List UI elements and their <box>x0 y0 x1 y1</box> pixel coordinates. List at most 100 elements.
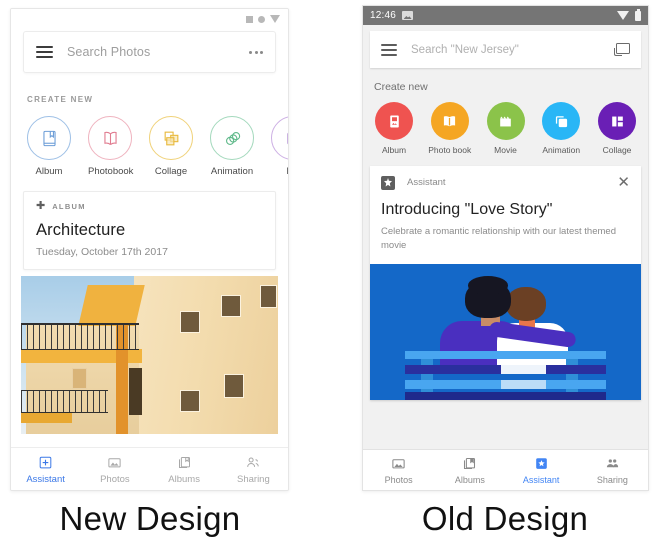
search-bar[interactable]: Search "New Jersey" <box>370 31 641 68</box>
assistant-card-title: Introducing "Love Story" <box>381 201 553 218</box>
create-photo-book-button[interactable]: Photo book <box>427 102 473 155</box>
create-new-label: Collage <box>602 145 632 155</box>
create-photobook-button[interactable]: Photobook <box>88 116 134 177</box>
doorway-shape <box>128 367 142 416</box>
square-icon <box>246 15 253 23</box>
create-animation-button[interactable]: Animation <box>538 102 584 155</box>
create-new-heading: CREATE NEW <box>27 95 94 104</box>
plus-icon: ✚ <box>36 200 46 212</box>
collage-icon <box>598 102 636 140</box>
window-shape <box>180 389 201 413</box>
create-movie-button[interactable]: Movie <box>483 102 529 155</box>
album-card-kicker: ALBUM <box>52 202 86 211</box>
nav-item-assistant[interactable]: Assistant <box>506 456 577 485</box>
create-animation-button[interactable]: Animation <box>210 116 254 177</box>
nav-item-photos[interactable]: Photos <box>363 456 434 485</box>
photos-icon <box>363 456 434 472</box>
assistant-card-illustration[interactable] <box>370 263 641 400</box>
open-book-icon <box>88 116 132 160</box>
caption-old-design: Old Design <box>421 500 589 537</box>
album-book-icon <box>27 116 71 160</box>
albums-icon <box>434 456 505 472</box>
assistant-card[interactable]: Assistant ✕ Introducing "Love Story" Cel… <box>370 166 641 400</box>
animation-icon <box>542 102 581 140</box>
nav-item-sharing[interactable]: Sharing <box>577 456 648 485</box>
bottom-navigation: Photos Albums Assistant Sharing <box>363 449 648 490</box>
assistant-card-subtitle: Celebrate a romantic relationship with o… <box>381 226 616 251</box>
collage-icon <box>149 116 193 160</box>
photo-notification-icon <box>402 11 414 20</box>
nav-item-albums[interactable]: Albums <box>434 456 505 485</box>
create-new-label: Collage <box>154 166 188 177</box>
window-shape <box>180 310 201 334</box>
create-collage-button[interactable]: Collage <box>594 102 640 155</box>
window-shape <box>224 373 244 399</box>
create-album-button[interactable]: Album <box>371 102 417 155</box>
create-new-label: Movie <box>494 145 517 155</box>
hamburger-menu-icon[interactable] <box>36 46 53 58</box>
bottom-navigation: Assistant Photos Albums Sharing <box>11 447 288 490</box>
album-card[interactable]: ✚ ALBUM Architecture Tuesday, October 17… <box>23 191 276 270</box>
search-input[interactable]: Search "New Jersey" <box>411 44 614 56</box>
nav-label: Albums <box>168 473 200 485</box>
create-new-row: Album Photobook Collage Animation <box>11 116 288 177</box>
nav-item-sharing[interactable]: Sharing <box>219 454 288 485</box>
more-options-icon[interactable] <box>249 50 263 54</box>
bench-highlight <box>501 365 546 375</box>
balcony-slab-lower <box>21 411 73 423</box>
create-collage-button[interactable]: Collage <box>149 116 193 177</box>
bench-plank <box>405 392 606 400</box>
wifi-icon <box>617 11 629 20</box>
album-card-date: Tuesday, October 17th 2017 <box>36 246 168 258</box>
movie-icon <box>271 116 288 160</box>
railing-upper <box>21 323 140 351</box>
movie-clap-icon <box>486 102 525 140</box>
person-right-head <box>505 286 547 321</box>
create-new-label: Album <box>381 145 407 155</box>
nav-item-photos[interactable]: Photos <box>80 454 149 485</box>
create-new-label: Mo <box>271 166 288 177</box>
nav-item-albums[interactable]: Albums <box>150 454 219 485</box>
nav-item-assistant[interactable]: Assistant <box>11 454 80 485</box>
search-input[interactable]: Search Photos <box>67 45 249 59</box>
old-design-phone-panel: 12:46 Search "New Jersey" Create new Alb… <box>362 5 649 491</box>
create-new-label: Photobook <box>88 166 134 177</box>
create-new-label: Photo book <box>428 145 472 155</box>
album-photo[interactable] <box>21 276 278 434</box>
photos-icon <box>80 454 149 471</box>
sharing-icon <box>577 456 648 472</box>
assistant-card-header: Assistant ✕ <box>370 166 641 190</box>
building-right <box>134 276 278 434</box>
wifi-triangle-icon <box>270 15 280 23</box>
sharing-icon <box>219 454 288 471</box>
new-design-phone-panel: Search Photos CREATE NEW Album Photobook… <box>10 8 289 491</box>
nav-label: Albums <box>454 474 485 485</box>
create-new-label: Animation <box>542 145 581 155</box>
window-shape <box>221 294 242 318</box>
old-status-bar: 12:46 <box>363 6 648 25</box>
new-status-bar <box>11 9 288 29</box>
window-shape <box>72 367 88 389</box>
create-new-label: Album <box>35 166 63 177</box>
create-new-label: Animation <box>210 166 254 177</box>
close-icon[interactable]: ✕ <box>617 175 630 190</box>
create-new-row: Album Photo book Movie Animation Collage <box>363 102 648 155</box>
create-new-heading: Create new <box>374 81 428 93</box>
album-card-title: Architecture <box>36 221 126 239</box>
search-bar[interactable]: Search Photos <box>23 31 276 73</box>
album-card-header: ✚ ALBUM <box>36 201 263 212</box>
assistant-card-source: Assistant <box>407 177 446 188</box>
nav-label: Assistant <box>26 473 65 485</box>
animation-icon <box>210 116 254 160</box>
bench-highlight <box>501 379 546 389</box>
battery-icon <box>635 8 641 21</box>
assistant-icon <box>506 456 577 472</box>
hamburger-menu-icon[interactable] <box>381 43 397 56</box>
photo-book-icon <box>430 102 469 140</box>
bench-plank <box>405 350 606 360</box>
cast-icon[interactable] <box>614 43 630 56</box>
railing-lower <box>21 389 109 414</box>
create-movie-button[interactable]: Mo <box>271 116 288 177</box>
create-album-button[interactable]: Album <box>27 116 71 177</box>
nav-label: Sharing <box>596 474 628 485</box>
